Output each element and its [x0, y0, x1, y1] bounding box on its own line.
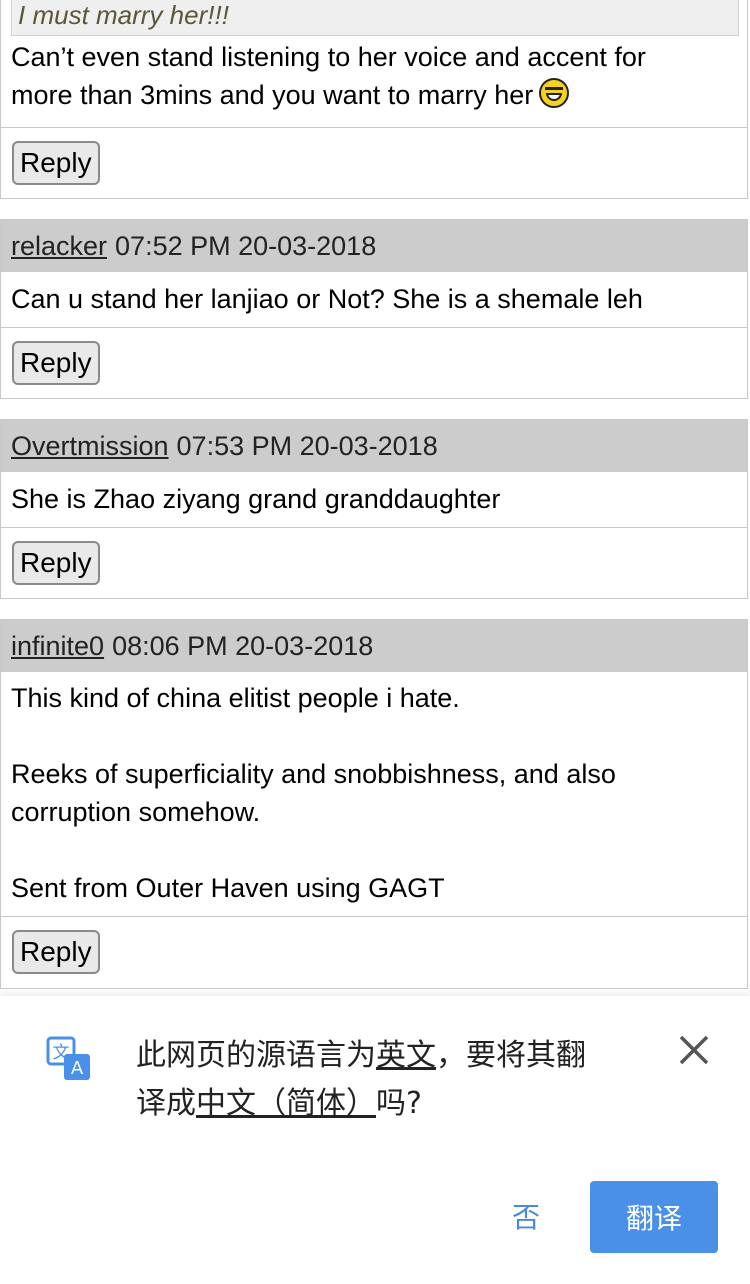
comment-line: more than 3mins and you want to marry he… [11, 76, 737, 114]
comment-header: Overtmission 07:53 PM 20-03-2018 [1, 420, 747, 472]
reply-row: Reply [1, 328, 747, 398]
translate-button[interactable]: 翻译 [590, 1181, 718, 1253]
translate-prompt-bar: 文 A 此网页的源语言为英文，要将其翻 译成中文（简体）吗? 否 翻译 [0, 996, 750, 1284]
comment-body: Can u stand her lanjiao or Not? She is a… [1, 272, 747, 328]
comment-body: This kind of china elitist people i hate… [1, 672, 747, 917]
comment-line: Can u stand her lanjiao or Not? She is a… [11, 284, 643, 314]
comment-body: Can’t even stand listening to her voice … [1, 36, 747, 128]
comment-line: This kind of china elitist people i hate… [11, 683, 460, 713]
reply-button[interactable]: Reply [12, 141, 100, 185]
timestamp: 07:53 PM 20-03-2018 [176, 430, 438, 461]
source-language-link[interactable]: 英文 [376, 1038, 436, 1073]
timestamp: 08:06 PM 20-03-2018 [112, 630, 374, 661]
reply-button[interactable]: Reply [12, 541, 100, 585]
decline-translate-button[interactable]: 否 [500, 1194, 552, 1238]
comment-line [11, 831, 737, 869]
quoted-text: I must marry her!!! [11, 0, 739, 36]
comment-line-text: more than 3mins and you want to marry he… [11, 80, 534, 110]
comment-line [11, 717, 737, 755]
translate-text: 吗? [376, 1086, 422, 1121]
comment-post: relacker 07:52 PM 20-03-2018 Can u stand… [0, 219, 748, 399]
reply-row: Reply [1, 128, 747, 198]
comment-header: relacker 07:52 PM 20-03-2018 [1, 220, 747, 272]
comment-line: corruption somehow. [11, 797, 261, 827]
reply-row: Reply [1, 917, 747, 987]
comment-body: She is Zhao ziyang grand granddaughter [1, 472, 747, 528]
comment-line: Reeks of superficiality and snobbishness… [11, 759, 616, 789]
translate-text: 译成 [136, 1086, 196, 1121]
username-link[interactable]: relacker [11, 231, 107, 262]
comment-line: Can’t even stand listening to her voice … [11, 42, 646, 72]
close-icon[interactable] [676, 1032, 712, 1068]
translate-message: 此网页的源语言为英文，要将其翻 译成中文（简体）吗? [136, 1032, 636, 1128]
comment-line: Sent from Outer Haven using GAGT [11, 873, 445, 903]
comment-post: infinite0 08:06 PM 20-03-2018 This kind … [0, 619, 748, 989]
translate-icon: 文 A [46, 1036, 90, 1080]
grinning-face-icon [539, 78, 570, 108]
translate-text: ，要将其翻 [436, 1038, 586, 1073]
reply-row: Reply [1, 528, 747, 598]
username-link[interactable]: Overtmission [11, 431, 169, 462]
target-language-link[interactable]: 中文（简体） [196, 1086, 376, 1121]
comment-post: I must marry her!!! Can’t even stand lis… [0, 0, 748, 199]
reply-button[interactable]: Reply [12, 930, 100, 974]
comment-header: infinite0 08:06 PM 20-03-2018 [1, 620, 747, 672]
username-link[interactable]: infinite0 [11, 631, 104, 662]
comment-line: She is Zhao ziyang grand granddaughter [11, 484, 501, 514]
svg-text:A: A [71, 1058, 84, 1079]
comment-post: Overtmission 07:53 PM 20-03-2018 She is … [0, 419, 748, 599]
translate-text: 此网页的源语言为 [136, 1038, 376, 1073]
timestamp: 07:52 PM 20-03-2018 [115, 230, 377, 261]
reply-button[interactable]: Reply [12, 341, 100, 385]
